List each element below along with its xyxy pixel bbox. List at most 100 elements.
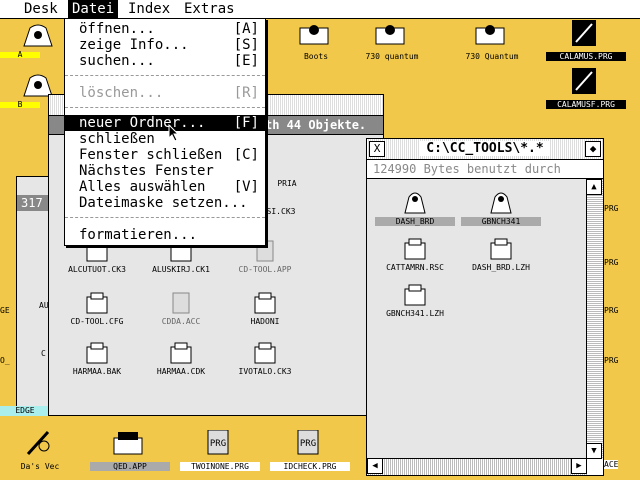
program-icon: PRG (207, 430, 229, 455)
file-icon (404, 284, 426, 306)
program-icon (172, 292, 190, 314)
file-label: CDDA.ACC (161, 317, 201, 326)
drive-label: A (17, 50, 23, 59)
file-icon[interactable]: IVOTALO.CK3 (225, 335, 305, 377)
file-icon[interactable]: DASH_BRD.LZH (461, 231, 541, 273)
menu-item-alles-auswaehlen[interactable]: Alles auswählen [V] (65, 179, 265, 195)
icon-label: Da's Vec (20, 462, 60, 471)
truncated-label: PRG (604, 204, 619, 213)
file-icon (254, 342, 276, 364)
program-icon: PRG (297, 430, 319, 455)
file-icon[interactable]: HARMAA.CDK (141, 335, 221, 377)
vertical-scrollbar[interactable]: ▲ ▼ (586, 179, 603, 459)
menu-desk[interactable]: Desk (20, 0, 62, 18)
file-icon[interactable]: HADONI (225, 285, 305, 327)
drive-c-icon[interactable]: Boots (276, 18, 356, 64)
menu-item-dateimaske[interactable]: Dateimaske setzen... (65, 195, 265, 211)
file-icon (490, 238, 512, 260)
menu-item-oeffnen[interactable]: öffnen... [A] (65, 21, 265, 37)
drive-e-icon[interactable]: 730 Quantum (452, 18, 532, 64)
scroll-down-button[interactable]: ▼ (586, 443, 602, 459)
file-icon[interactable]: HARMAA.BAK (57, 335, 137, 377)
scroll-right-button[interactable]: ▶ (571, 458, 587, 474)
calamus-icon[interactable]: CALAMUS.PRG (546, 18, 626, 64)
truncated-label: PRG (604, 258, 619, 267)
das-vec-icon[interactable]: Da's Vec (0, 428, 80, 474)
file-icon[interactable]: GBNCH341.LZH (375, 277, 455, 319)
menu-item-zeige-info[interactable]: zeige Info... [S] (65, 37, 265, 53)
drive-icon (475, 25, 505, 45)
truncated-label: ACE (604, 460, 619, 469)
drive-icon (375, 25, 405, 45)
window-title-bar[interactable]: C:\CC_TOOLS\*.* (367, 139, 603, 160)
file-icon (86, 342, 108, 364)
menu-item-neuer-ordner[interactable]: neuer Ordner... [F] (65, 115, 265, 131)
typewriter-icon (113, 432, 143, 455)
cc-tools-window[interactable]: C:\CC_TOOLS\*.* X ◆ 124990 Bytes benutzt… (366, 138, 604, 476)
full-box[interactable]: ◆ (585, 141, 601, 157)
file-icon[interactable]: DASH_BRD (375, 185, 455, 227)
file-label: HARMAA.BAK (72, 367, 122, 376)
file-label: DASH_BRD (375, 217, 455, 226)
qed-icon[interactable]: QED.APP (90, 428, 170, 474)
icon-label: Boots (303, 52, 329, 61)
svg-text:PRG: PRG (300, 439, 316, 449)
edge-icon-label[interactable]: EDGE (0, 406, 50, 416)
file-label: CD-TOOL.APP (238, 265, 292, 274)
svg-text:PRG: PRG (210, 439, 226, 449)
menu-separator (65, 217, 265, 218)
icon-label: CALAMUS.PRG (546, 52, 626, 61)
truncated-label: GE (0, 306, 10, 315)
file-icon[interactable]: GBNCH341 (461, 185, 541, 227)
truncated-label: O_ (0, 356, 10, 365)
icon-label: 730 quantum (365, 52, 419, 61)
icon-label: CALAMUSF.PRG (546, 100, 626, 109)
file-icon[interactable]: CD-TOOL.CFG (57, 285, 137, 327)
menu-extras[interactable]: Extras (180, 0, 239, 18)
file-icon (254, 292, 276, 314)
menu-item-fenster-schliessen[interactable]: Fenster schließen [C] (65, 147, 265, 163)
file-label: CATTAMRN.RSC (386, 263, 444, 272)
menu-item-naechstes-fenster[interactable]: Nächstes Fenster (65, 163, 265, 179)
menu-separator (65, 107, 265, 108)
icon-label: TWOINONE.PRG (180, 462, 260, 471)
file-label: HARMAA.CDK (156, 367, 206, 376)
twoinone-icon[interactable]: PRG TWOINONE.PRG (180, 428, 260, 474)
animal-icon (404, 192, 426, 214)
close-box[interactable]: X (369, 141, 385, 157)
menu-index[interactable]: Index (124, 0, 174, 18)
truncated-label: PRG (604, 306, 619, 315)
file-label: GBNCH341 (461, 217, 541, 226)
window-title: C:\CC_TOOLS\*.* (420, 141, 550, 156)
window-body: DASH_BRD GBNCH341 CATTAMRN.RSC DASH_BRD.… (367, 179, 586, 458)
menu-item-loeschen: löschen... [R] (79, 85, 259, 101)
drive-icon (23, 24, 53, 47)
file-label: ALCUTUOT.CK3 (68, 265, 126, 274)
scroll-left-button[interactable]: ◀ (367, 458, 383, 474)
file-icon (170, 342, 192, 364)
file-icon (86, 292, 108, 314)
menu-bar: Desk Datei Index Extras (0, 0, 640, 19)
menu-item-formatieren[interactable]: formatieren... (65, 227, 265, 243)
drive-icon (299, 25, 329, 45)
menu-item-suchen[interactable]: suchen... [E] (65, 53, 265, 69)
calamus-app-icon (572, 68, 596, 94)
pen-icon (26, 430, 50, 456)
file-icon[interactable]: CATTAMRN.RSC (375, 231, 455, 273)
file-icon[interactable]: CDDA.ACC (141, 285, 221, 327)
file-icon (404, 238, 426, 260)
drive-d-icon[interactable]: 730 quantum (352, 18, 432, 64)
scroll-up-button[interactable]: ▲ (586, 179, 602, 195)
horizontal-scrollbar[interactable]: ◀ ▶ (367, 458, 587, 475)
truncated-label: PRG (604, 356, 619, 365)
menu-datei[interactable]: Datei (68, 0, 119, 18)
idcheck-icon[interactable]: PRG IDCHECK.PRG (270, 428, 350, 474)
calamusf-icon[interactable]: CALAMUSF.PRG (546, 66, 626, 112)
truncated-label: C (41, 349, 46, 358)
icon-label: 730 Quantum (465, 52, 519, 61)
icon-label: IDCHECK.PRG (270, 462, 350, 471)
mouse-pointer-icon (168, 124, 180, 142)
file-label: IVOTALO.CK3 (238, 367, 292, 376)
file-label: ALUSKIRJ.CK1 (152, 265, 210, 274)
menu-item-schliessen[interactable]: schließen (65, 131, 265, 147)
